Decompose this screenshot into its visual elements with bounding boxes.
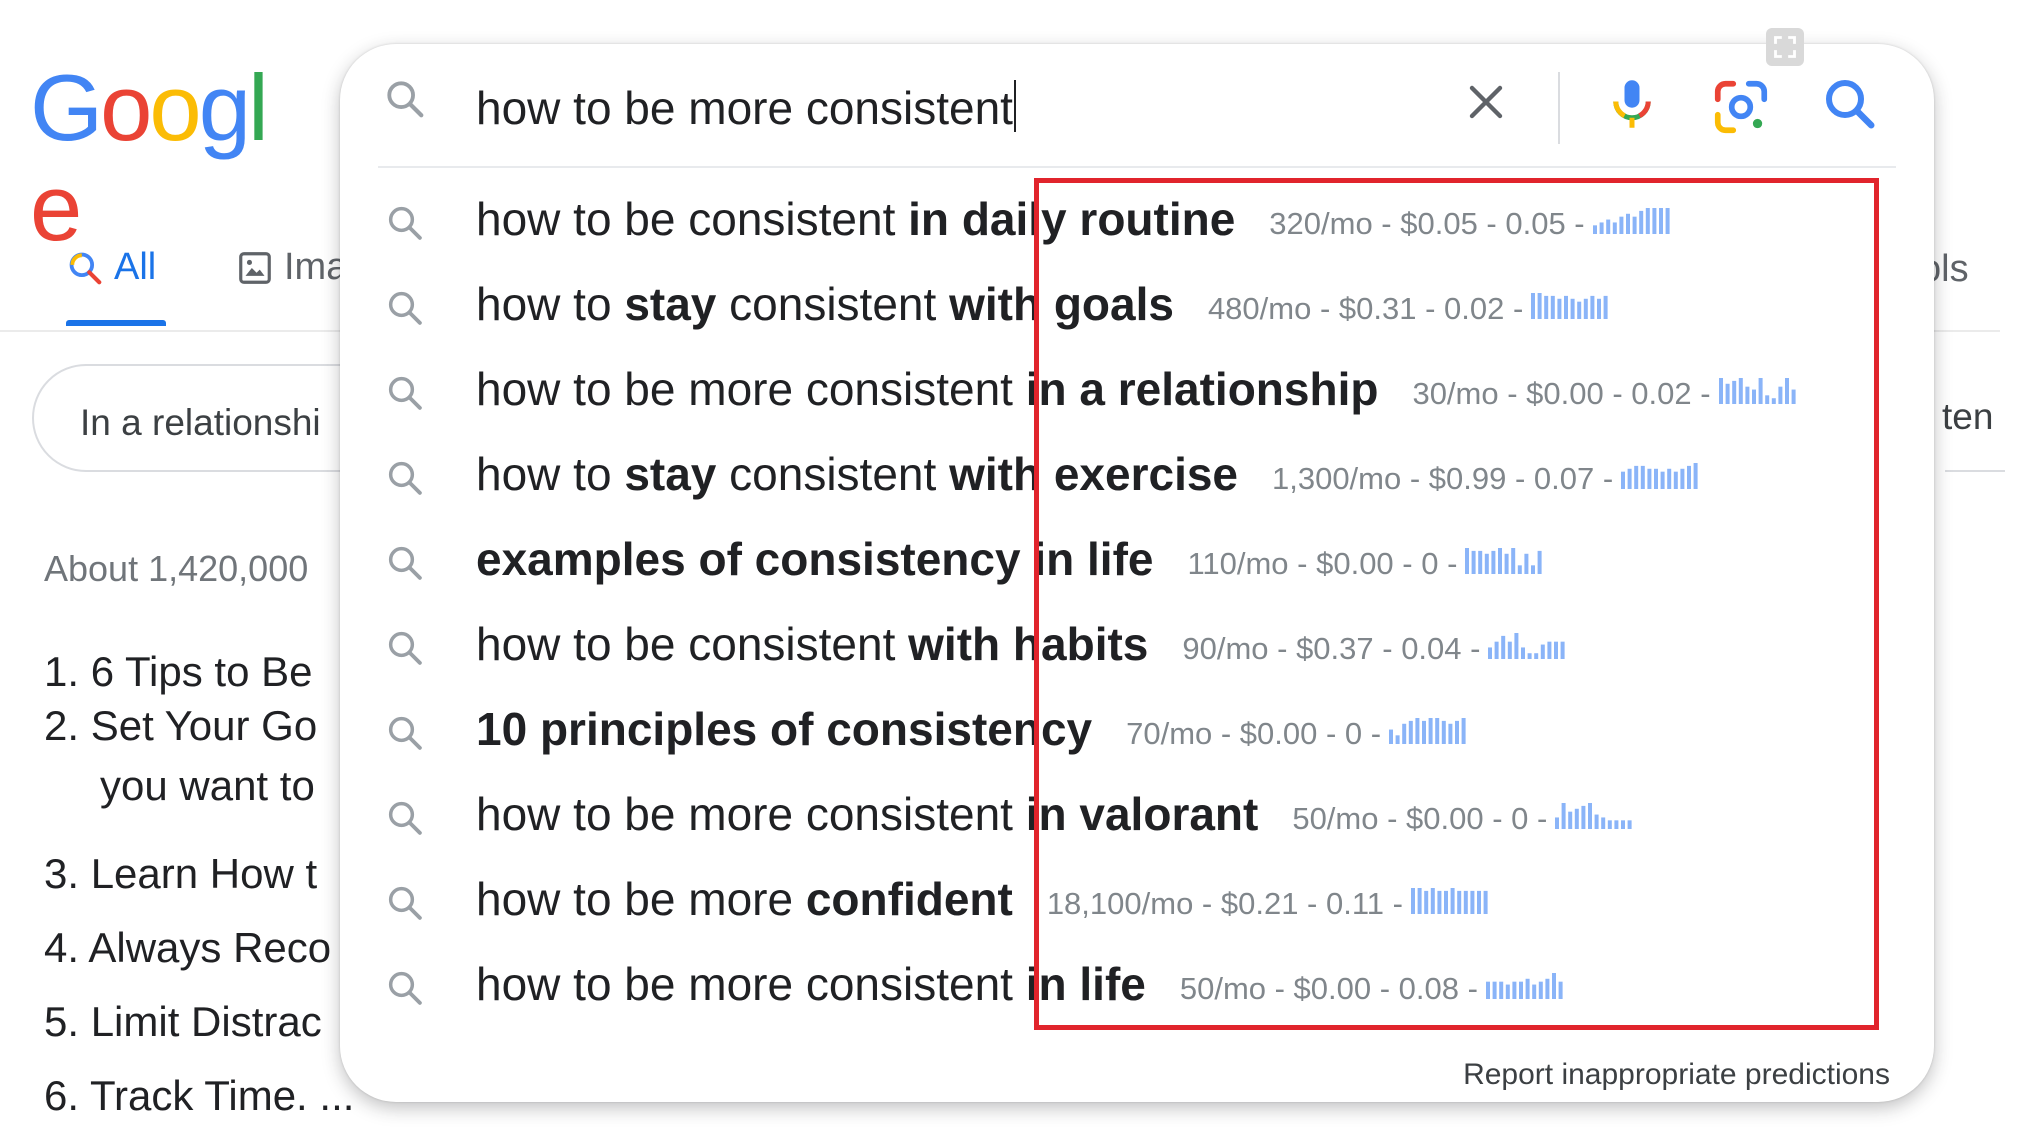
result-list-item[interactable]: 5. Limit Distrac <box>44 998 322 1046</box>
search-submit-icon[interactable] <box>1820 74 1880 134</box>
search-icon <box>388 716 422 750</box>
suggestion-prefix: how to be consistent <box>476 618 909 670</box>
suggestion-completion: stay <box>624 448 717 500</box>
search-icon <box>388 291 422 325</box>
search-icon <box>69 252 102 284</box>
logo-letter: G <box>30 55 103 160</box>
chip-right-label: ten <box>1942 396 1994 437</box>
suggestion-prefix: how to be more consistent <box>476 958 1026 1010</box>
google-logo[interactable]: Google <box>30 55 292 258</box>
search-icon <box>388 376 422 410</box>
search-icon <box>387 81 424 118</box>
tab-all-label: All <box>114 246 157 288</box>
active-tab-indicator <box>66 320 166 326</box>
search-icon <box>388 461 422 495</box>
microphone-icon[interactable] <box>1602 72 1662 136</box>
logo-letter: l <box>247 55 269 160</box>
close-icon[interactable] <box>1462 78 1510 126</box>
camera-lens-icon[interactable] <box>1710 76 1772 138</box>
search-icon <box>388 886 422 920</box>
toolbar-separator <box>1558 72 1560 144</box>
result-list-item[interactable]: 4. Always Reco <box>44 924 331 972</box>
fullscreen-glyph <box>1774 36 1796 58</box>
suggestion-prefix: how to <box>476 278 625 330</box>
suggestion-prefix: how to be more <box>476 873 806 925</box>
result-list-item[interactable]: 3. Learn How t <box>44 850 317 898</box>
refinement-chip-right[interactable]: ten <box>1942 396 1993 438</box>
logo-letter: o <box>100 55 152 160</box>
image-icon <box>239 251 271 284</box>
chip-right-border <box>1945 470 2005 472</box>
logo-letter: g <box>198 55 251 160</box>
result-list-item[interactable]: 6. Track Time. ... <box>44 1072 354 1120</box>
suggestion-prefix: how to <box>476 448 625 500</box>
search-icon <box>388 971 422 1005</box>
logo-letter: o <box>149 55 201 160</box>
suggestion-prefix: consistent <box>716 448 950 500</box>
fullscreen-icon[interactable] <box>1766 28 1804 66</box>
suggestion-completion: 10 principles of consistency <box>476 703 1093 755</box>
result-list-item[interactable]: 1. 6 Tips to Be <box>44 648 313 696</box>
suggestion-prefix: how to be more consistent <box>476 788 1026 840</box>
search-input[interactable]: how to be more consistent <box>476 80 1016 135</box>
suggestion-prefix: consistent <box>716 278 950 330</box>
tab-images[interactable]: Ima <box>236 246 347 289</box>
suggestion-text: how to be more confident <box>476 872 1013 926</box>
search-icon <box>388 801 422 835</box>
tab-images-label: Ima <box>284 246 348 288</box>
tab-all[interactable]: All <box>66 246 166 326</box>
search-icon <box>388 631 422 665</box>
result-list-item[interactable]: you want to <box>100 762 315 810</box>
suggestion-prefix: how to be consistent <box>476 193 909 245</box>
search-box[interactable]: how to be more consistent <box>340 44 1934 166</box>
search-icon <box>388 546 422 580</box>
text-caret <box>1013 80 1016 132</box>
keyword-metrics-highlight <box>1034 178 1879 1030</box>
search-query-text: how to be more consistent <box>476 82 1013 134</box>
suggestion-completion: stay <box>624 278 717 330</box>
suggestion-text: 10 principles of consistency <box>476 702 1092 756</box>
search-divider <box>378 166 1896 168</box>
chip-label: In a relationshi <box>80 402 321 443</box>
suggestion-completion: confident <box>805 873 1013 925</box>
suggestion-prefix: how to be more consistent <box>476 363 1026 415</box>
search-icon <box>388 206 422 240</box>
results-count: About 1,420,000 <box>44 548 309 589</box>
report-predictions-link[interactable]: Report inappropriate predictions <box>1463 1058 1890 1092</box>
result-list-item[interactable]: 2. Set Your Go <box>44 702 317 750</box>
